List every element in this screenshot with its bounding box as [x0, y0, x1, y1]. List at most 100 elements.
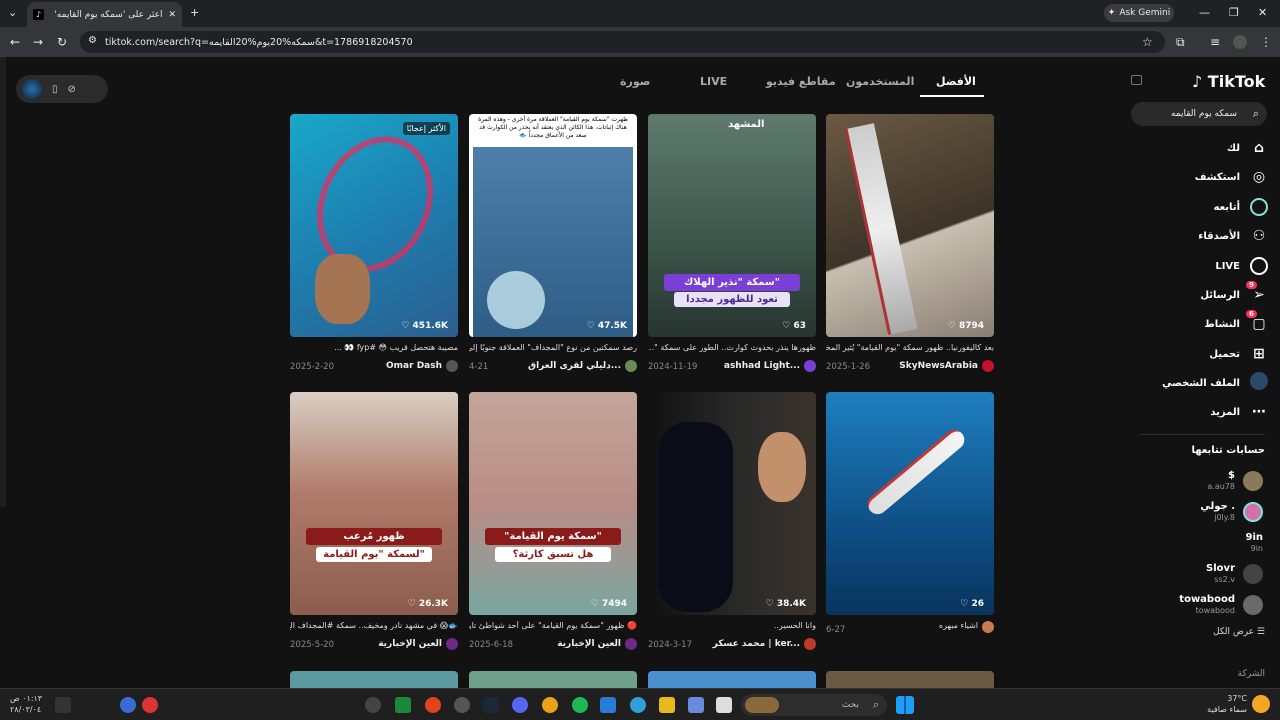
app-icon[interactable] — [688, 697, 704, 713]
video-thumbnail[interactable]: المشهد سمكة "نذير الهلاك" تعود للظهور مج… — [648, 114, 816, 337]
widget-avatar[interactable] — [22, 79, 42, 99]
steam-icon[interactable] — [483, 697, 499, 713]
close-tab-icon[interactable]: ✕ — [168, 10, 176, 20]
search-icon[interactable]: ⌕ — [1253, 107, 1259, 121]
video-description[interactable]: وانا الحسير.. — [648, 621, 816, 630]
extensions-icon[interactable]: ⧉ — [1176, 35, 1185, 50]
back-icon[interactable]: ← — [10, 35, 20, 49]
video-description[interactable]: بعد كاليفورنيا.. ظهور سمكة "يوم القيامة"… — [826, 343, 994, 352]
nav-upload[interactable]: تحميل ⊞ — [1140, 344, 1268, 364]
author-name[interactable]: العين الإخبارية — [378, 639, 442, 649]
taskbar-search[interactable]: بحث ⌕ — [741, 694, 887, 716]
mic-icon[interactable] — [120, 697, 136, 713]
nav-friends[interactable]: الأصدقاء ⚇ — [1140, 226, 1268, 246]
browser-tab[interactable]: ♪ اعثر على 'سمكه يوم القايمه' ✕ — [27, 2, 182, 27]
app-icon[interactable] — [425, 697, 441, 713]
company-link[interactable]: الشركة — [1200, 669, 1265, 679]
following-account[interactable]: Slovr ss2.v — [1150, 562, 1265, 588]
video-card-peek[interactable] — [648, 671, 816, 688]
video-card[interactable]: ظهور مُرعب لسمكة "يوم القيامة" ♡ 26.3K 🐟… — [290, 392, 458, 650]
media-icon[interactable]: ≡ — [1210, 35, 1220, 49]
video-card[interactable]: ♡ 38.4K وانا الحسير.. 2024-3-17 محمد عسك… — [648, 392, 816, 650]
video-card[interactable]: "سمكة يوم القيامة" هل تسبق كارثة؟ ♡ 7494… — [469, 392, 637, 650]
collapse-sidebar-icon[interactable] — [1131, 75, 1142, 85]
video-card-peek[interactable] — [290, 671, 458, 688]
edge-icon[interactable] — [630, 697, 646, 713]
tab-videos[interactable]: مقاطع فيديو — [766, 75, 836, 88]
chrome-icon[interactable] — [542, 697, 558, 713]
tab-live[interactable]: LIVE — [700, 75, 727, 88]
video-description[interactable]: رصد سمكتين من نوع "المجداف" العملاقة جنو… — [469, 343, 637, 352]
tab-search-icon[interactable]: ⌄ — [8, 6, 17, 19]
phone-icon[interactable]: ▯ — [52, 84, 58, 95]
author-avatar[interactable] — [982, 621, 994, 633]
menu-dots-icon[interactable]: ⋮ — [1260, 35, 1272, 49]
author-name[interactable]: Omar Dash — [386, 361, 442, 371]
profile-avatar-icon[interactable] — [1233, 35, 1247, 49]
following-account[interactable]: $ a.au78 — [1150, 469, 1265, 495]
author-name[interactable]: دليلي لقرى العراق... — [528, 361, 621, 371]
nav-profile[interactable]: الملف الشخصي — [1140, 372, 1268, 393]
author-name[interactable]: ashhad Light... — [724, 361, 800, 371]
video-card[interactable]: ♡ 8794 بعد كاليفورنيا.. ظهور سمكة "يوم ا… — [826, 114, 994, 372]
record-icon[interactable] — [142, 697, 158, 713]
video-thumbnail[interactable]: "سمكة يوم القيامة" هل تسبق كارثة؟ ♡ 7494 — [469, 392, 637, 615]
tab-photos[interactable]: صورة — [620, 75, 650, 88]
video-card[interactable]: ♡ 26 اشياء مبهره 6-27 — [826, 392, 994, 635]
search-input[interactable]: سمكه يوم القايمه ⌕ — [1131, 102, 1267, 126]
author-name[interactable]: العين الإخبارية — [557, 639, 621, 649]
video-description[interactable]: ظهورها ينذر بحدوث كوارث.. الطور على سمكة… — [648, 343, 816, 352]
spotify-icon[interactable] — [572, 697, 588, 713]
video-description[interactable]: 🐟😱 في مشهد نادر ومخيف.. سمكة #المجداف ال… — [290, 621, 458, 630]
maximize-icon[interactable]: ❐ — [1229, 6, 1239, 19]
author-avatar[interactable] — [982, 360, 994, 372]
nav-activity[interactable]: النشاط ▢ 6 — [1140, 310, 1268, 334]
nav-more[interactable]: المزيد ⋯ — [1140, 402, 1268, 422]
video-thumbnail[interactable]: ظهرت "سمكة يوم القيامة" العملاقة مرة أخر… — [469, 114, 637, 337]
author-avatar[interactable] — [446, 360, 458, 372]
following-account[interactable]: 9in 9in — [1150, 531, 1265, 557]
nav-live[interactable]: LIVE — [1140, 256, 1268, 276]
folder-icon[interactable] — [659, 697, 675, 713]
system-clock[interactable]: ٠١:١٣ ص ٢٨/٠٣/٠٤ — [10, 693, 42, 715]
nav-explore[interactable]: استكشف ◎ — [1140, 167, 1268, 187]
close-window-icon[interactable]: ✕ — [1258, 6, 1267, 19]
block-icon[interactable]: ⊘ — [68, 84, 76, 95]
nav-for-you[interactable]: لك ⌂ — [1140, 138, 1268, 158]
see-all-link[interactable]: عرض الكل ☰ — [1150, 627, 1265, 637]
reload-icon[interactable]: ↻ — [57, 35, 67, 49]
start-icon[interactable] — [896, 696, 914, 714]
video-card[interactable]: المشهد سمكة "نذير الهلاك" تعود للظهور مج… — [648, 114, 816, 372]
app-icon[interactable] — [395, 697, 411, 713]
floating-widget[interactable]: ▯ ⊘ — [16, 75, 108, 103]
address-bar[interactable]: tiktok.com/search?q=سمكه%20يوم%20القايمه… — [80, 31, 1165, 53]
site-info-icon[interactable]: ⚙ — [88, 35, 97, 46]
bookmark-star-icon[interactable]: ☆ — [1142, 35, 1153, 49]
app-icon[interactable] — [365, 697, 381, 713]
store-icon[interactable] — [600, 697, 616, 713]
video-description[interactable]: 🔴 ظهور "سمكة يوم القيامة" على أحد شواطئ … — [469, 621, 637, 630]
nav-messages[interactable]: الرسائل ➢ 9 — [1140, 281, 1268, 305]
video-card[interactable]: ظهرت "سمكة يوم القيامة" العملاقة مرة أخر… — [469, 114, 637, 372]
following-account[interactable]: جولي . j0ly.8 — [1150, 500, 1265, 526]
video-card-peek[interactable] — [469, 671, 637, 688]
taskview-icon[interactable] — [716, 697, 732, 713]
tray-icon[interactable] — [55, 697, 71, 713]
weather-widget[interactable]: 37°C سماء صافية — [1205, 693, 1247, 715]
video-thumbnail[interactable]: ظهور مُرعب لسمكة "يوم القيامة" ♡ 26.3K — [290, 392, 458, 615]
video-thumbnail[interactable]: الأكثر إعجابًا ♡ 451.6K — [290, 114, 458, 337]
settings-icon[interactable] — [454, 697, 470, 713]
tiktok-logo[interactable]: ♪ TikTok — [1192, 72, 1265, 91]
video-card[interactable]: الأكثر إعجابًا ♡ 451.6K مصيبة هتحصل قريب… — [290, 114, 458, 372]
video-thumbnail[interactable]: ♡ 8794 — [826, 114, 994, 337]
author-avatar[interactable] — [804, 360, 816, 372]
tab-top[interactable]: الأفضل — [936, 75, 976, 88]
ask-gemini-button[interactable]: ✦ Ask Gemini — [1104, 4, 1174, 22]
author-name[interactable]: SkyNewsArabia — [899, 361, 978, 371]
discord-icon[interactable] — [512, 697, 528, 713]
following-account[interactable]: towabood towabood — [1150, 593, 1265, 619]
forward-icon[interactable]: → — [33, 35, 43, 49]
new-tab-icon[interactable]: + — [190, 6, 199, 19]
video-thumbnail[interactable]: ♡ 26 — [826, 392, 994, 615]
nav-following[interactable]: أتابعه — [1140, 197, 1268, 217]
